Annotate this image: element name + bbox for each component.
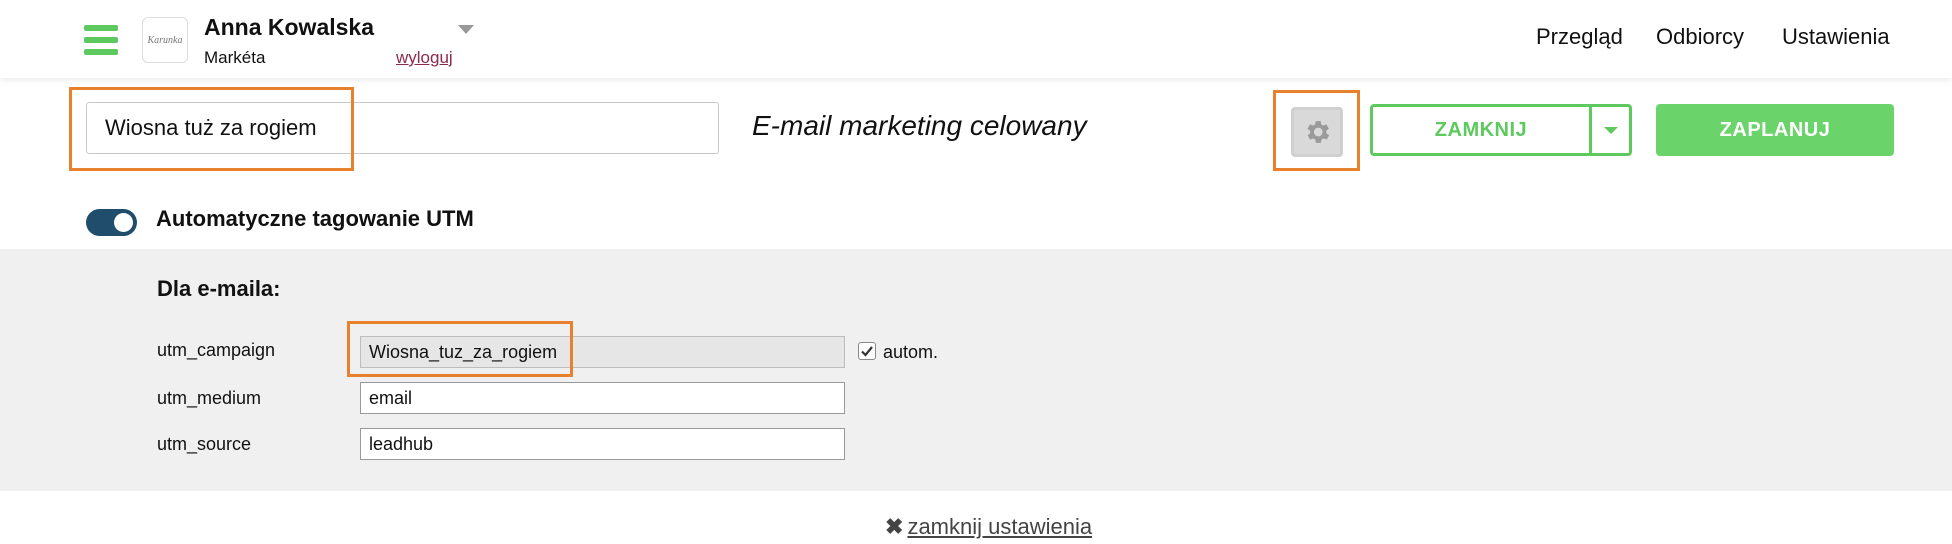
menu-icon[interactable]: [84, 25, 118, 55]
nav-overview[interactable]: Przegląd: [1536, 24, 1623, 50]
utm-source-input[interactable]: [360, 428, 845, 460]
campaign-type-label: E-mail marketing celowany: [752, 110, 1087, 141]
top-bar: Karunka Anna Kowalska Markéta wyloguj Pr…: [0, 0, 1952, 78]
checkmark-icon: [861, 346, 873, 357]
auto-checkbox[interactable]: [858, 342, 876, 360]
company-logo: Karunka: [142, 17, 188, 63]
close-button-group: ZAMKNIJ: [1370, 104, 1632, 156]
close-button[interactable]: ZAMKNIJ: [1373, 107, 1589, 153]
nav-settings[interactable]: Ustawienia: [1782, 24, 1890, 50]
utm-section-title: Dla e-maila:: [157, 276, 281, 301]
close-x-icon: ✖: [885, 514, 904, 539]
close-button-divider: [1589, 107, 1592, 153]
company-name: Markéta: [204, 48, 266, 67]
user-name: Anna Kowalska: [204, 14, 374, 40]
utm-toggle-label: Automatyczne tagowanie UTM: [156, 206, 474, 231]
close-settings-link[interactable]: ✖ zamknij ustawienia: [885, 514, 1092, 540]
utm-source-label: utm_source: [157, 434, 252, 454]
gear-icon: [1307, 121, 1330, 143]
user-menu-caret-icon[interactable]: [458, 25, 474, 34]
campaign-title-input[interactable]: [86, 102, 719, 154]
close-dropdown-caret-icon[interactable]: [1604, 127, 1618, 134]
logout-link[interactable]: wyloguj: [396, 48, 453, 68]
settings-gear-button[interactable]: [1291, 107, 1343, 157]
nav-recipients[interactable]: Odbiorcy: [1656, 24, 1744, 50]
close-settings-label: zamknij ustawienia: [907, 514, 1093, 539]
logo-text: Karunka: [147, 34, 183, 46]
schedule-button[interactable]: ZAPLANUJ: [1656, 104, 1894, 156]
auto-checkbox-label: autom.: [883, 342, 939, 362]
utm-toggle[interactable]: [86, 209, 137, 236]
utm-campaign-label: utm_campaign: [157, 340, 276, 360]
utm-medium-label: utm_medium: [157, 388, 262, 408]
utm-medium-input[interactable]: [360, 382, 845, 414]
toggle-knob: [114, 213, 133, 232]
utm-campaign-input[interactable]: [360, 336, 845, 368]
utm-settings-panel: [0, 249, 1952, 491]
